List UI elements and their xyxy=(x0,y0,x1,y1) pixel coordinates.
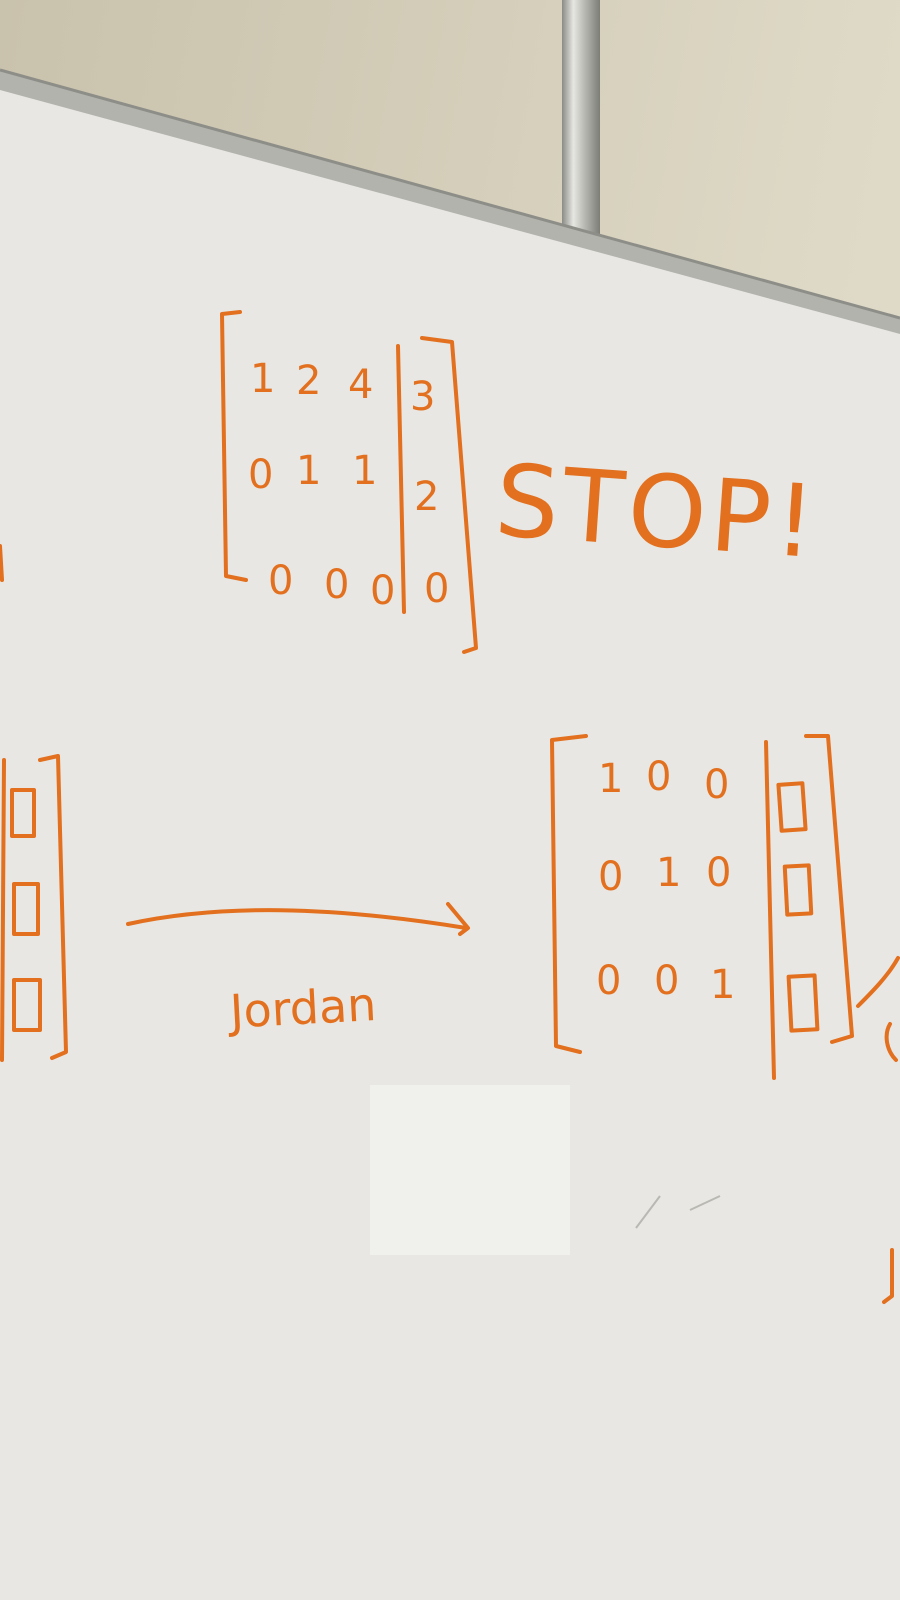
arrow-label: Jordan xyxy=(226,977,378,1039)
edge-stroke xyxy=(0,544,4,582)
left-vector-divider xyxy=(0,758,6,1062)
result-matrix-cell: 0 xyxy=(596,958,621,1004)
top-matrix-cell: 2 xyxy=(414,474,439,520)
result-matrix-cell: 0 xyxy=(706,850,731,896)
top-matrix-cell: 0 xyxy=(370,568,395,614)
result-matrix-cell: 0 xyxy=(646,754,671,800)
result-matrix-cell: 0 xyxy=(704,762,729,808)
top-matrix-cell: 0 xyxy=(324,562,349,608)
whiteboard: 1 2 4 3 0 1 1 2 0 0 0 0 STOP! Jordan 1 0… xyxy=(0,68,900,1600)
top-matrix-cell: 1 xyxy=(352,448,377,494)
top-matrix-cell: 0 xyxy=(248,452,273,498)
result-matrix-cell: 0 xyxy=(598,854,623,900)
top-matrix-cell: 4 xyxy=(348,362,373,408)
top-matrix-cell: 1 xyxy=(296,448,321,494)
top-matrix-cell: 0 xyxy=(268,558,293,604)
photo-scene: 1 2 4 3 0 1 1 2 0 0 0 0 STOP! Jordan 1 0… xyxy=(0,0,900,1600)
top-matrix-cell: 0 xyxy=(424,566,449,612)
top-matrix-cell: 3 xyxy=(410,374,435,420)
top-matrix-cell: 2 xyxy=(296,358,321,404)
erased-smudge xyxy=(370,1085,570,1255)
whiteboard-surface xyxy=(0,70,900,1600)
result-matrix-cell: 0 xyxy=(654,958,679,1004)
top-matrix-cell: 1 xyxy=(250,356,275,402)
result-matrix-cell: 1 xyxy=(598,756,623,802)
result-matrix-cell: 1 xyxy=(710,962,735,1008)
result-matrix-cell: 1 xyxy=(656,850,681,896)
stop-text: STOP! xyxy=(492,442,823,581)
